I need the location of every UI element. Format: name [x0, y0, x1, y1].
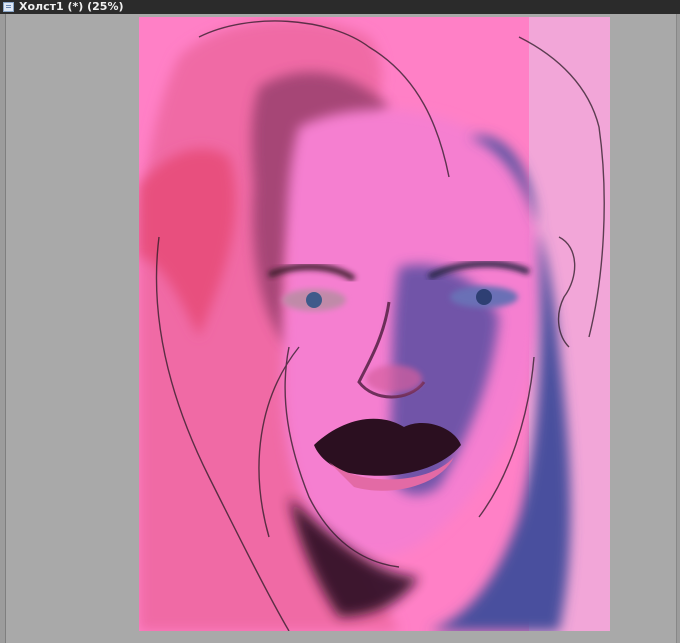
window-title: Холст1 (*) (25%): [19, 0, 124, 13]
drawing-canvas[interactable]: [139, 17, 610, 631]
workspace-left-edge: [0, 14, 6, 643]
painting-artwork: [139, 17, 610, 631]
document-icon: [3, 2, 14, 12]
title-bar[interactable]: Холст1 (*) (25%): [0, 0, 680, 14]
workspace-right-edge: [676, 14, 680, 643]
